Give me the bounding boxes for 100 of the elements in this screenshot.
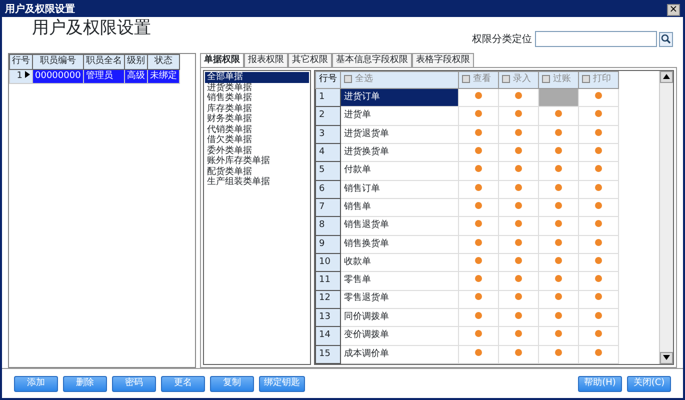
category-item[interactable]: 库存类单据 — [205, 104, 309, 114]
checkbox[interactable] — [542, 74, 550, 83]
document-type[interactable]: 销售退货单 — [340, 216, 458, 236]
permission-dot[interactable] — [475, 220, 482, 228]
permission-dot[interactable] — [475, 128, 482, 136]
permission-dot[interactable] — [515, 165, 522, 172]
permission-dot[interactable] — [515, 330, 522, 338]
permission-dot[interactable] — [595, 293, 602, 300]
permission-dot[interactable] — [595, 165, 602, 172]
search-field[interactable] — [534, 31, 656, 47]
permission-dot[interactable] — [595, 348, 602, 356]
category-item[interactable]: 财务类单据 — [205, 114, 309, 124]
checkbox[interactable] — [582, 74, 590, 83]
category-item[interactable]: 生产组装类单据 — [205, 177, 309, 188]
permission-dot[interactable] — [555, 330, 562, 338]
scroll-up-icon[interactable] — [660, 71, 673, 83]
document-type[interactable]: 销售换货单 — [340, 235, 458, 254]
category-item[interactable]: 配货类单据 — [205, 166, 309, 177]
permission-dot[interactable] — [515, 256, 522, 264]
permission-dot[interactable] — [595, 238, 602, 246]
permission-dot[interactable] — [555, 202, 562, 209]
permission-dot[interactable] — [555, 238, 562, 246]
document-type[interactable]: 收款单 — [340, 253, 458, 272]
permission-dot[interactable] — [515, 92, 522, 100]
permission-dot[interactable] — [475, 256, 482, 264]
search-button[interactable] — [659, 32, 673, 46]
document-type[interactable]: 进货单 — [340, 106, 458, 126]
category-item[interactable]: 借欠类单据 — [205, 135, 309, 146]
permission-dot[interactable] — [555, 348, 562, 356]
document-type[interactable]: 同价调拨单 — [340, 308, 458, 327]
document-type[interactable]: 成本调价单 — [340, 345, 458, 364]
permission-dot[interactable] — [595, 275, 602, 282]
permission-dot[interactable] — [595, 256, 602, 264]
permission-dot[interactable] — [475, 184, 482, 191]
checkbox[interactable] — [462, 74, 470, 83]
permission-dot[interactable] — [595, 330, 602, 338]
tab[interactable]: 表格字段权限 — [412, 53, 474, 67]
permission-dot[interactable] — [555, 165, 562, 172]
category-item[interactable]: 全部单据 — [205, 72, 309, 82]
document-type[interactable]: 销售单 — [340, 198, 458, 217]
permission-dot[interactable] — [475, 165, 482, 172]
permission-dot[interactable] — [475, 330, 482, 338]
tab[interactable]: 单据权限 — [200, 53, 244, 67]
permission-dot[interactable] — [595, 184, 602, 191]
permission-dot[interactable] — [515, 146, 522, 154]
category-item[interactable]: 进货类单据 — [205, 82, 309, 93]
permission-dot[interactable] — [515, 348, 522, 356]
checkbox[interactable] — [502, 74, 510, 83]
permission-dot[interactable] — [515, 110, 522, 118]
document-type[interactable]: 进货换货单 — [340, 144, 458, 162]
permission-dot[interactable] — [555, 184, 562, 191]
permission-dot[interactable] — [515, 220, 522, 228]
selected-row[interactable]: 1 00000000 管理员 高级 未绑定 — [10, 69, 180, 84]
document-type[interactable]: 进货订单 — [340, 88, 458, 107]
permission-dot[interactable] — [515, 312, 522, 319]
permission-dot[interactable] — [475, 275, 482, 282]
document-type[interactable]: 零售单 — [340, 272, 458, 290]
permission-dot[interactable] — [595, 220, 602, 228]
category-item[interactable]: 委外类单据 — [205, 146, 309, 156]
permission-dot[interactable] — [555, 312, 562, 319]
category-item[interactable]: 账外库存类单据 — [205, 156, 309, 166]
permission-dot[interactable] — [475, 348, 482, 356]
document-type[interactable]: 零售退货单 — [340, 290, 458, 308]
tab[interactable]: 其它权限 — [288, 53, 332, 67]
document-type[interactable]: 销售订单 — [340, 180, 458, 198]
permission-dot[interactable] — [475, 92, 482, 100]
scrollbar[interactable] — [659, 71, 673, 364]
permission-dot[interactable] — [515, 184, 522, 191]
document-type[interactable]: 变价调拨单 — [340, 326, 458, 345]
category-item[interactable]: 代销类单据 — [205, 124, 309, 135]
permission-dot[interactable] — [555, 110, 562, 118]
permission-dot[interactable] — [515, 128, 522, 136]
category-item[interactable]: 销售类单据 — [205, 93, 309, 104]
permission-dot[interactable] — [595, 202, 602, 209]
permission-dot[interactable] — [595, 92, 602, 100]
permission-dot[interactable] — [475, 312, 482, 319]
permission-dot[interactable] — [515, 202, 522, 209]
permission-dot[interactable] — [555, 220, 562, 228]
checkbox[interactable] — [344, 74, 352, 83]
permission-dot[interactable] — [595, 146, 602, 154]
permission-dot[interactable] — [475, 293, 482, 300]
permission-dot[interactable] — [595, 312, 602, 319]
permission-dot[interactable] — [475, 238, 482, 246]
permission-dot[interactable] — [475, 110, 482, 118]
tab[interactable]: 基本信息字段权限 — [332, 53, 412, 67]
permission-dot[interactable] — [555, 293, 562, 300]
document-type[interactable]: 付款单 — [340, 162, 458, 180]
permission-dot[interactable] — [475, 146, 482, 154]
permission-dot[interactable] — [515, 293, 522, 300]
permission-dot[interactable] — [555, 146, 562, 154]
permission-dot[interactable] — [475, 202, 482, 209]
close-button[interactable]: × — [667, 4, 680, 16]
permission-dot[interactable] — [555, 128, 562, 136]
permission-dot[interactable] — [515, 275, 522, 282]
scroll-down-icon[interactable] — [660, 352, 673, 364]
permission-dot[interactable] — [555, 275, 562, 282]
tab[interactable]: 报表权限 — [244, 53, 288, 67]
permission-dot[interactable] — [555, 256, 562, 264]
permission-dot[interactable] — [595, 110, 602, 118]
permission-dot[interactable] — [595, 128, 602, 136]
